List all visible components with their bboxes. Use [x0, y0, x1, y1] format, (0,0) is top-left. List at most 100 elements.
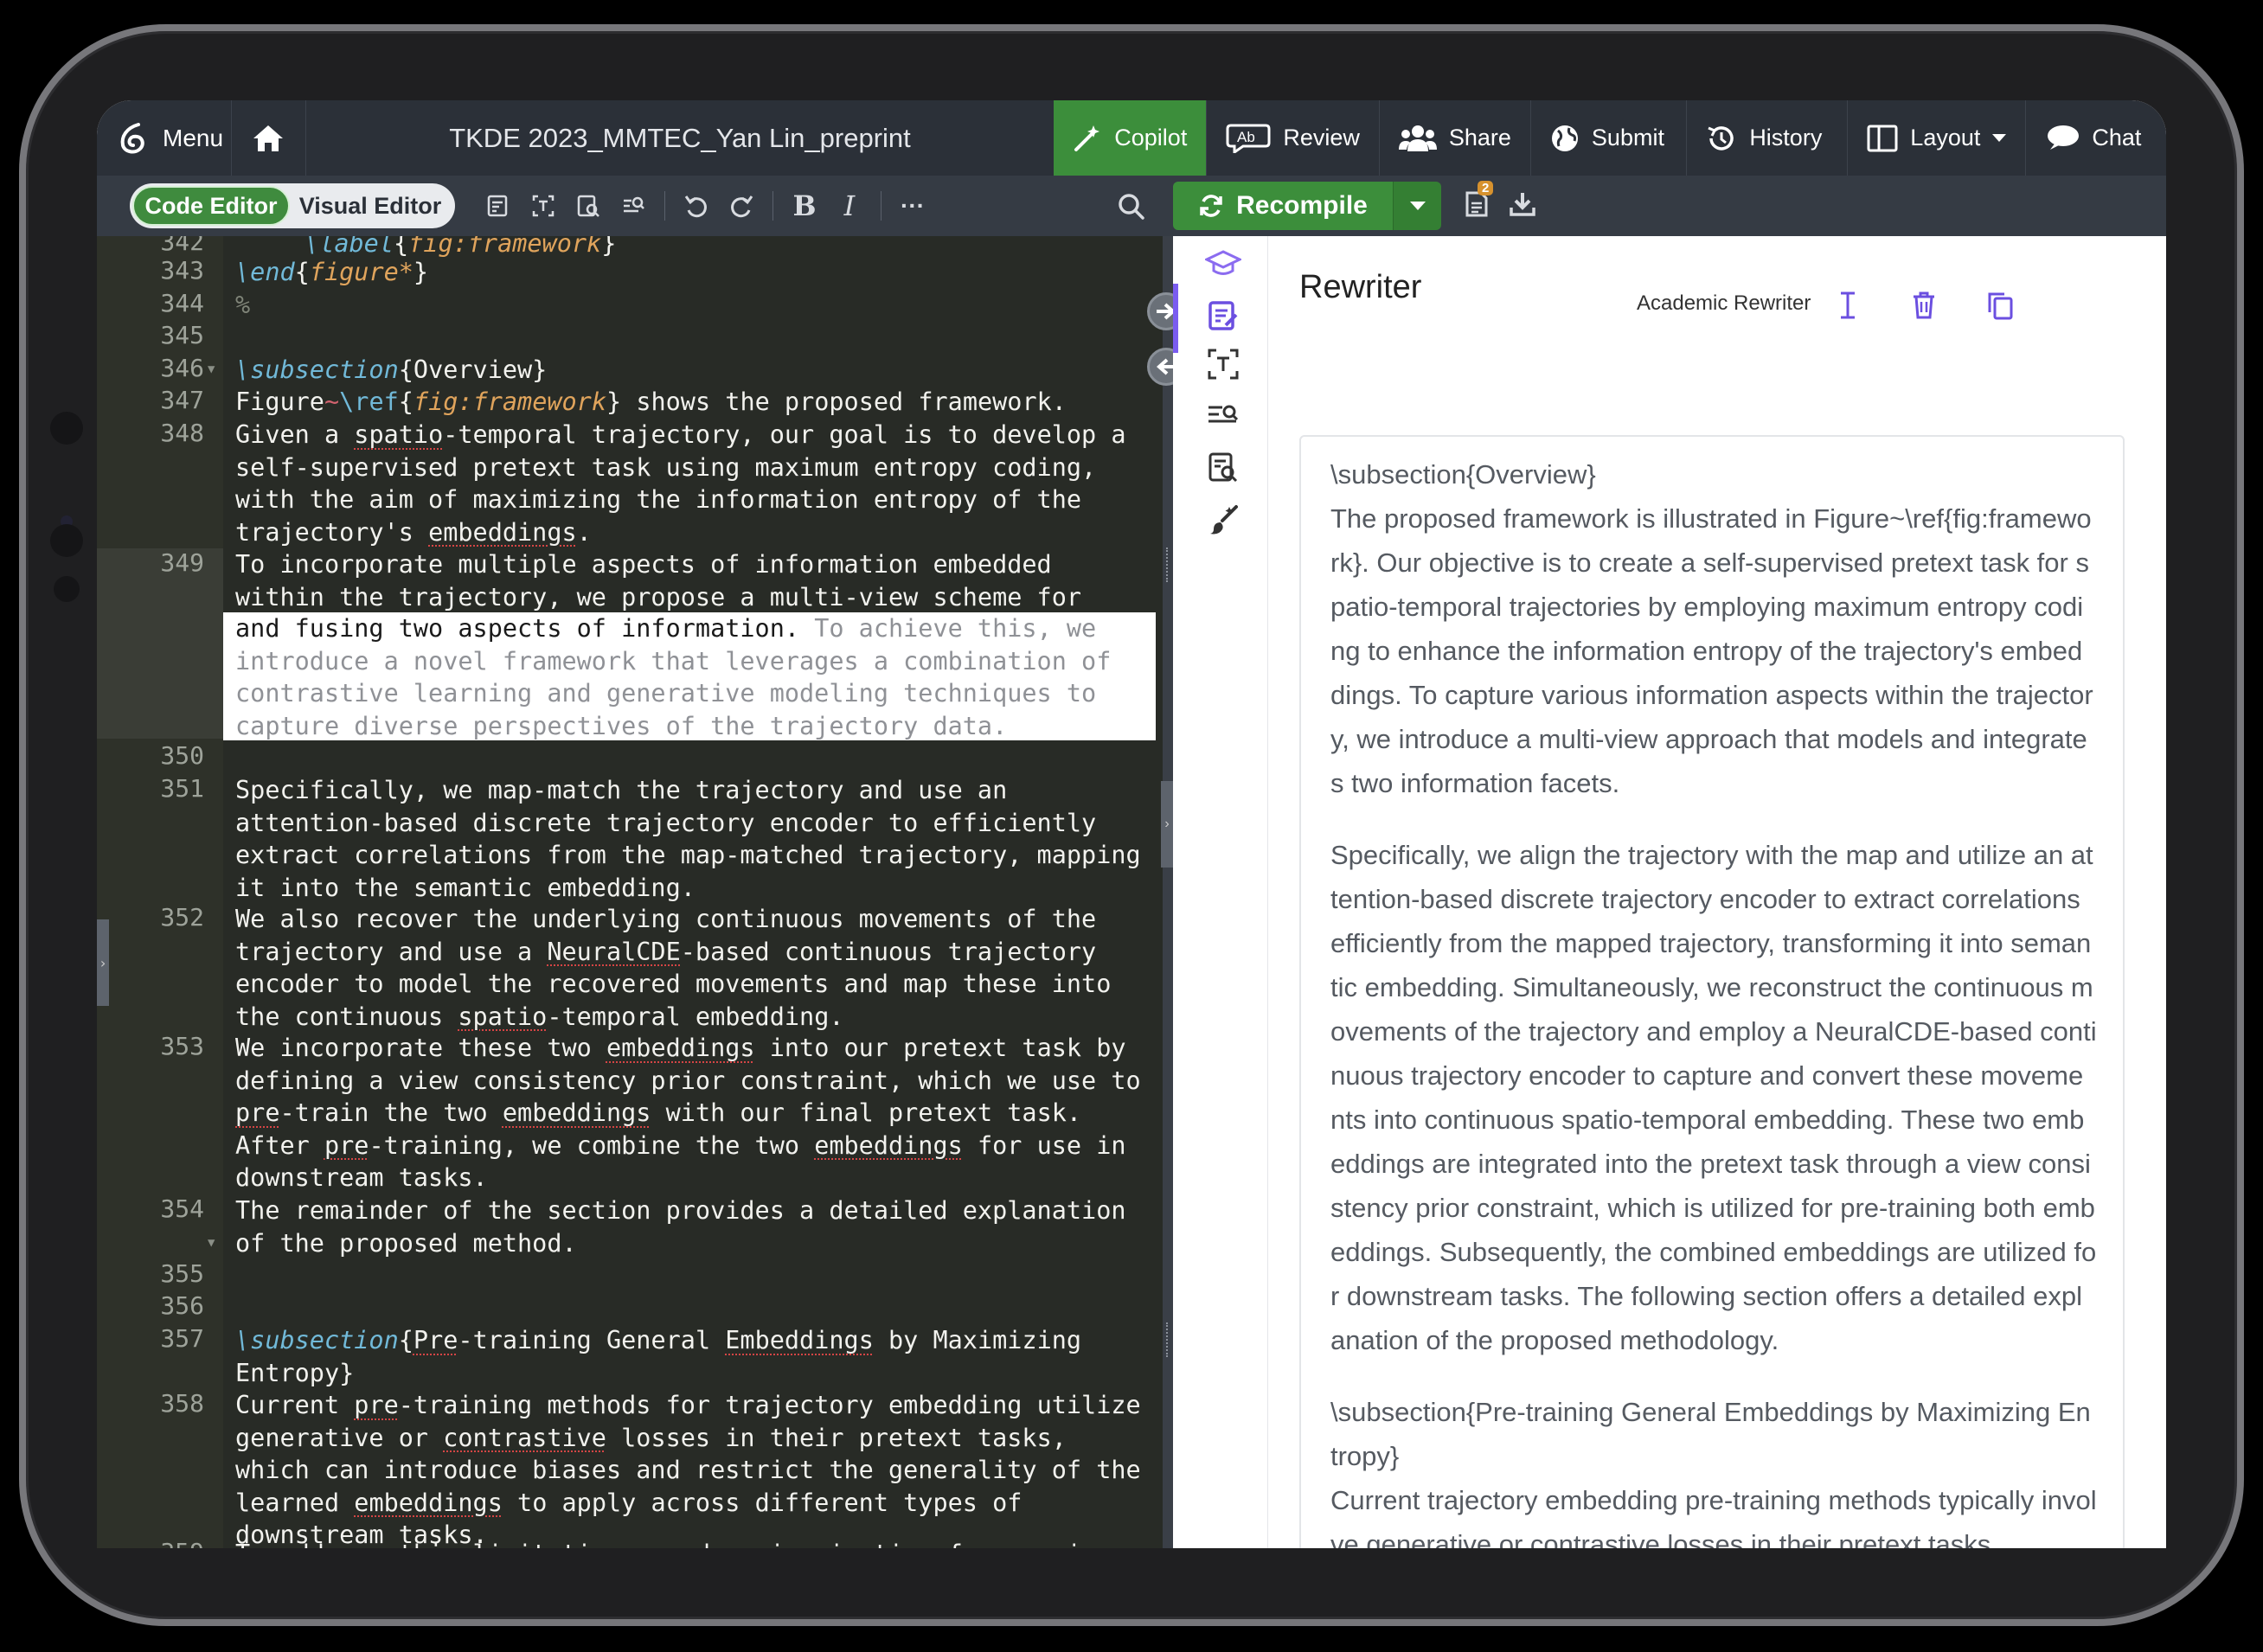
review-button[interactable]: Ab Review [1206, 100, 1379, 176]
spelling-error[interactable]: embeddings [354, 1489, 503, 1517]
pane-splitter[interactable]: › [1161, 236, 1173, 1548]
home-button[interactable] [232, 100, 306, 176]
undo-icon[interactable] [683, 192, 710, 220]
line-number: 346 [160, 354, 204, 382]
spelling-error[interactable]: NeuralCDE [547, 938, 680, 966]
spelling-error[interactable]: Embeddings [725, 1326, 874, 1354]
layout-dropdown[interactable]: Layout [1847, 100, 2025, 176]
more-options-button[interactable]: ··· [899, 192, 926, 220]
history-button[interactable]: History [1686, 100, 1847, 176]
spelling-error[interactable]: embeddings [814, 1131, 963, 1160]
bold-button[interactable]: B [791, 189, 818, 222]
recompile-button[interactable]: Recompile [1173, 182, 1393, 230]
copy-button[interactable] [1983, 288, 2017, 323]
spelling-error[interactable]: pre [324, 1131, 369, 1160]
logs-button[interactable]: 2 [1464, 180, 1494, 223]
spelling-error[interactable]: spatio [458, 1002, 547, 1031]
code-span: shows the proposed framework. [621, 387, 1067, 416]
line-number: 348 [160, 419, 204, 447]
line-number: 352 [160, 903, 204, 932]
line-number: 345 [160, 321, 204, 349]
globe-icon [1551, 125, 1578, 151]
chat-label: Chat [2092, 125, 2142, 150]
splitter-grip[interactable] [1166, 547, 1170, 582]
fold-toggle-icon[interactable]: ▼ [208, 362, 215, 376]
refresh-icon [1200, 195, 1222, 217]
code-text: Current pre-training methods for traject… [235, 1389, 1152, 1548]
review-icon: Ab [1226, 124, 1271, 153]
spelling-error[interactable]: embeddings [606, 1034, 755, 1062]
spelling-error[interactable]: pre [235, 1098, 279, 1127]
code-editor[interactable]: 342 \label{fig:framework} 343 \end{figur… [97, 236, 1163, 1548]
code-editor-tab[interactable]: Code Editor [132, 186, 290, 226]
latex-command: \subsection [235, 1326, 399, 1354]
rewriter-mode-label[interactable]: Academic Rewriter [1637, 291, 1811, 316]
text-tool-button[interactable] [1204, 345, 1242, 383]
latex-argument: fig:framework [408, 236, 602, 258]
line-number: 342 [160, 236, 204, 256]
code-span: Given a [235, 420, 355, 449]
code-span: Figure [235, 387, 324, 416]
spelling-error[interactable]: embeddings [428, 518, 577, 547]
redo-icon[interactable] [728, 192, 755, 220]
academic-tool-button[interactable] [1204, 245, 1242, 283]
chat-button[interactable]: Chat [2025, 100, 2166, 176]
code-editor-toolbar: Code Editor Visual Editor B I ··· [97, 176, 1173, 236]
spelling-error[interactable]: Pre [413, 1326, 458, 1354]
collapse-pdf-handle[interactable]: › [1161, 781, 1173, 868]
spelling-error[interactable]: embeddings [503, 1098, 651, 1127]
rewritten-paragraph: \subsection{Pre-training General Embeddi… [1330, 1397, 2097, 1548]
code-span: ~ [324, 387, 340, 416]
copy-icon [1988, 292, 2013, 320]
caret-down-icon [1409, 201, 1426, 210]
code-text: \end{figure*} [235, 258, 429, 286]
spelling-error[interactable]: pre [354, 1391, 398, 1419]
splitter-grip[interactable] [1166, 1322, 1170, 1357]
text-select-tool-icon[interactable] [529, 192, 557, 220]
menu-button[interactable]: Menu [97, 100, 232, 176]
search-icon [1119, 194, 1144, 220]
polish-tool-button[interactable] [1204, 501, 1242, 539]
line-number: 349 [160, 548, 204, 577]
active-line-highlight [97, 548, 223, 739]
recompile-options-button[interactable] [1393, 182, 1441, 230]
code-span: -temporal embedding. [547, 1002, 844, 1031]
copilot-suggestion-text[interactable]: and fusing two aspects of information. T… [235, 612, 1152, 742]
submit-button[interactable]: Submit [1529, 100, 1686, 176]
visual-editor-tab[interactable]: Visual Editor [290, 186, 451, 226]
collapse-file-tree-handle[interactable]: › [97, 919, 109, 1006]
summarize-tool-button[interactable] [1204, 397, 1242, 435]
copilot-button[interactable]: Copilot [1054, 100, 1207, 176]
share-button[interactable]: Share [1378, 100, 1530, 176]
line-number: 347 [160, 386, 204, 414]
home-icon [253, 125, 284, 151]
toolbar-divider [664, 191, 665, 221]
app-screen: Menu TKDE 2023_MMTEC_Yan Lin_preprint Co… [97, 100, 2166, 1548]
proofread-tool-button[interactable] [1204, 449, 1242, 487]
search-button[interactable] [1118, 193, 1145, 225]
layout-icon [1867, 125, 1898, 151]
code-span: After [235, 1130, 324, 1160]
code-comment: % [235, 291, 251, 319]
rewrite-tool-icon[interactable] [484, 192, 512, 220]
code-text: We incorporate these two embeddings into… [235, 1032, 1152, 1194]
brush-icon [1210, 505, 1238, 535]
spelling-error[interactable]: spatio [354, 420, 443, 449]
project-title[interactable]: TKDE 2023_MMTEC_Yan Lin_preprint [306, 123, 1055, 154]
toolbar-divider [772, 191, 773, 221]
trash-icon [1914, 291, 1934, 319]
line-number: 358 [160, 1389, 204, 1418]
editor-mode-toggle: Code Editor Visual Editor [130, 183, 455, 228]
spelling-error[interactable]: contrastive [443, 1424, 606, 1452]
delete-button[interactable] [1907, 288, 1941, 323]
download-pdf-button[interactable] [1509, 190, 1536, 222]
search-lines-tool-icon[interactable] [619, 192, 647, 220]
top-bar: Menu TKDE 2023_MMTEC_Yan Lin_preprint Co… [97, 100, 2166, 176]
fold-toggle-icon[interactable]: ▼ [208, 1236, 215, 1250]
summarize-tool-icon[interactable] [574, 192, 602, 220]
insert-at-cursor-button[interactable] [1830, 288, 1865, 323]
rewriter-tool-button[interactable] [1204, 297, 1242, 335]
rewriter-output[interactable]: \subsection{Overview} The proposed frame… [1299, 435, 2125, 1548]
italic-button[interactable]: I [836, 189, 863, 222]
latex-argument: figure* [309, 258, 413, 286]
